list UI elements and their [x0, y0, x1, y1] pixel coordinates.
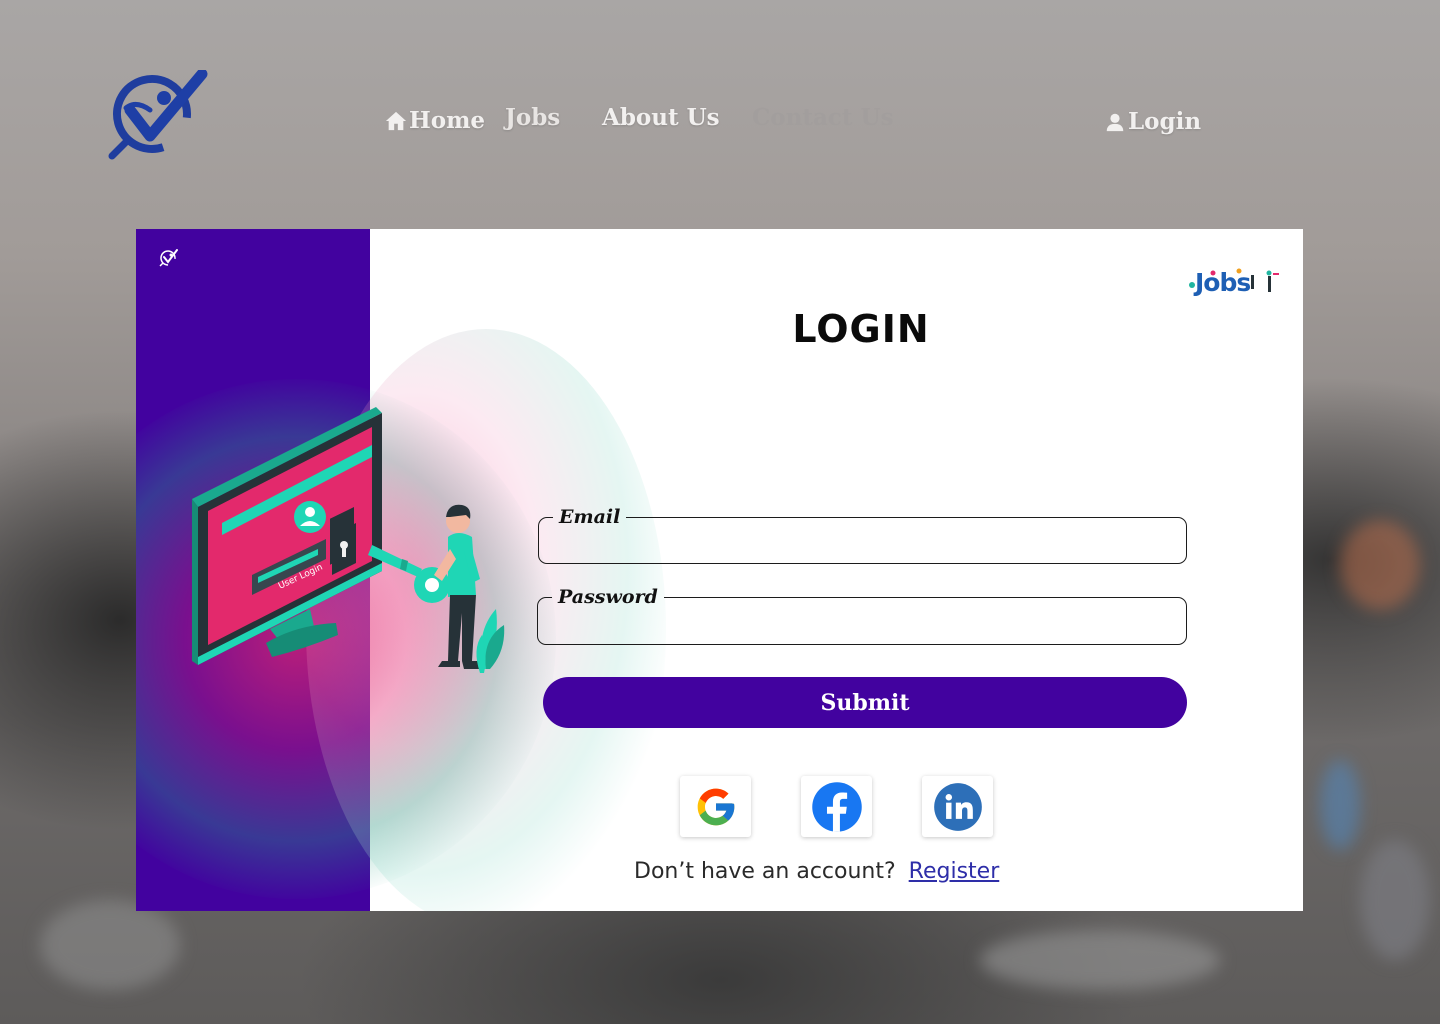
background-bokeh	[1340, 520, 1420, 610]
top-navigation: Home Jobs About Us Contact Us Login	[0, 104, 1440, 144]
background-bokeh	[40, 900, 180, 990]
nav-contact-us[interactable]: Contact Us	[752, 104, 894, 131]
password-input[interactable]	[552, 608, 1172, 634]
nav-login-label: Login	[1128, 108, 1202, 135]
email-field: Email	[538, 506, 1187, 564]
side-logo-icon	[159, 249, 178, 267]
email-input[interactable]	[553, 528, 1172, 554]
nav-contact-label: Contact Us	[752, 104, 894, 131]
register-link[interactable]: Register	[909, 859, 1000, 884]
nav-home-label: Home	[409, 107, 486, 134]
google-icon	[697, 788, 734, 825]
login-card: User Login Jobs LOGIN Email Password Sub…	[136, 229, 1303, 911]
svg-text:Jobs: Jobs	[1193, 268, 1250, 297]
nav-about-label: About Us	[602, 104, 720, 131]
home-icon	[385, 111, 407, 130]
password-field: Password	[537, 586, 1187, 645]
linkedin-login-button[interactable]	[922, 776, 993, 837]
facebook-login-button[interactable]	[801, 776, 872, 837]
jobs-logo: Jobs	[1189, 268, 1279, 297]
background-bokeh	[1320, 760, 1360, 850]
login-illustration: User Login	[192, 407, 505, 673]
nav-login[interactable]: Login	[1104, 108, 1201, 135]
nav-about-us[interactable]: About Us	[602, 104, 720, 131]
nav-jobs-label: Jobs	[505, 104, 561, 131]
submit-button[interactable]: Submit	[543, 677, 1187, 728]
signup-text: Don’t have an account?	[634, 859, 896, 884]
user-icon	[1106, 113, 1124, 131]
background-bokeh	[980, 930, 1220, 990]
linkedin-icon	[933, 782, 982, 831]
email-label: Email	[559, 506, 621, 528]
nav-jobs[interactable]: Jobs	[505, 104, 560, 131]
google-login-button[interactable]	[680, 776, 751, 837]
facebook-icon	[811, 781, 862, 832]
signup-prompt: Don’t have an account? Register	[634, 859, 999, 884]
background-bokeh	[1360, 840, 1430, 960]
nav-home[interactable]: Home	[385, 107, 485, 134]
page-title: LOGIN	[792, 307, 930, 351]
password-label: Password	[558, 586, 658, 608]
